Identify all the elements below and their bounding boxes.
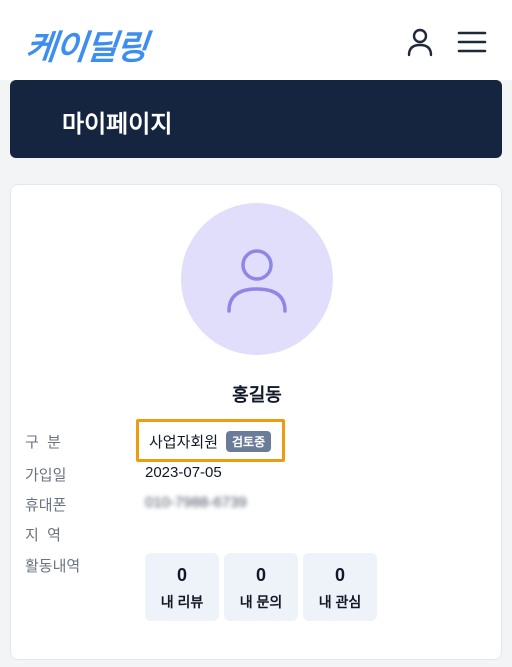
member-type-label: 구 분 [25, 434, 61, 451]
page-title-bar: 마이페이지 [10, 80, 502, 158]
my-inquiries-label: 내 문의 [239, 594, 283, 610]
user-name: 홍길동 [232, 385, 282, 405]
phone-value: 010-7988-6739 [145, 494, 247, 511]
my-interests-label: 내 관심 [318, 594, 362, 610]
my-inquiries-button[interactable]: 0 내 문의 [224, 553, 298, 621]
member-type-value: 사업자회원 [149, 434, 219, 451]
my-interests-button[interactable]: 0 내 관심 [303, 553, 377, 621]
my-reviews-button[interactable]: 0 내 리뷰 [145, 553, 219, 621]
profile-card: 홍길동 구 분 사업자회원 검토중 가입일 2023-07-05 휴대폰 010… [10, 184, 502, 660]
my-reviews-label: 내 리뷰 [160, 594, 204, 610]
phone-label: 휴대폰 [25, 497, 67, 514]
region-label: 지 역 [25, 527, 61, 544]
my-inquiries-count: 0 [255, 565, 266, 585]
page-title: 마이페이지 [62, 111, 173, 138]
activity-label: 활동내역 [25, 558, 81, 575]
join-date-value: 2023-07-05 [145, 464, 222, 481]
avatar [181, 203, 333, 355]
hamburger-menu-icon[interactable] [456, 28, 488, 56]
member-type-highlight: 사업자회원 검토중 [136, 419, 285, 462]
person-icon [227, 249, 287, 313]
user-icon[interactable] [404, 26, 436, 58]
top-header: 케이딜링 [0, 0, 512, 80]
my-interests-count: 0 [334, 565, 345, 585]
status-badge: 검토중 [226, 431, 272, 452]
join-date-label: 가입일 [25, 467, 67, 484]
logo[interactable]: 케이딜링 [23, 20, 149, 69]
my-reviews-count: 0 [176, 565, 187, 585]
